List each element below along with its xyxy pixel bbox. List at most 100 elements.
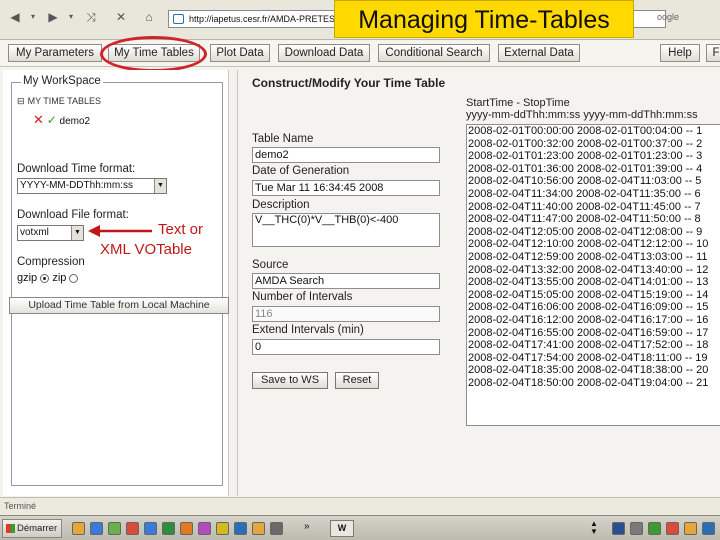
- interval-count-label: Number of Intervals: [252, 291, 353, 303]
- favicon-icon: [173, 14, 184, 24]
- gzip-radio[interactable]: [40, 273, 50, 283]
- highlight-circle: [100, 36, 207, 72]
- interval-row: 2008-02-04T11:47:00 2008-02-04T11:50:00 …: [468, 213, 701, 226]
- tab-help[interactable]: Help: [660, 44, 700, 62]
- task-button[interactable]: W: [330, 520, 354, 537]
- stop-icon[interactable]: ✕: [112, 8, 130, 26]
- interval-row: 2008-02-04T17:41:00 2008-02-04T17:52:00 …: [468, 339, 709, 352]
- url-text: http://iapetus.cesr.fr/AMDA-PRETEST: [189, 14, 341, 24]
- extend-intervals-label: Extend Intervals (min): [252, 324, 364, 336]
- quicklaunch-icon[interactable]: [144, 522, 157, 535]
- interval-row: 2008-02-04T12:59:00 2008-02-04T13:03:00 …: [468, 250, 708, 263]
- interval-row: 2008-02-04T13:32:00 2008-02-04T13:40:00 …: [468, 263, 709, 276]
- delete-icon[interactable]: ✕: [33, 112, 44, 127]
- tab-my-parameters[interactable]: My Parameters: [8, 44, 102, 62]
- save-to-ws-button[interactable]: Save to WS: [252, 372, 328, 389]
- start-button[interactable]: Démarrer: [2, 519, 62, 538]
- check-icon[interactable]: ✓: [47, 113, 57, 127]
- taskbar: Démarrer » W ▲ ▼: [0, 515, 720, 540]
- description-textarea[interactable]: V__THC(0)*V__THB(0)<-400: [252, 213, 440, 247]
- generation-date-label: Date of Generation: [252, 165, 350, 177]
- upload-button[interactable]: Upload Time Table from Local Machine: [9, 297, 229, 314]
- quicklaunch-icon[interactable]: [90, 522, 103, 535]
- tree-item-label: demo2: [59, 116, 91, 127]
- time-format-value: YYYY-MM-DDThh:mm:ss: [20, 180, 133, 191]
- chevron-down-icon: ▼: [71, 226, 83, 240]
- quicklaunch-icon[interactable]: [270, 522, 283, 535]
- tray-icon[interactable]: [702, 522, 715, 535]
- workspace-legend: My WorkSpace: [21, 75, 103, 87]
- tab-plot-data[interactable]: Plot Data: [210, 44, 270, 62]
- generation-date-input[interactable]: Tue Mar 11 16:34:45 2008: [252, 180, 440, 196]
- reload-icon[interactable]: ⤨: [82, 8, 100, 26]
- chevron-right-icon[interactable]: »: [304, 521, 310, 532]
- tray-icon[interactable]: [666, 522, 679, 535]
- interval-row: 2008-02-04T16:06:00 2008-02-04T16:09:00 …: [468, 301, 709, 314]
- compression-options: gzip zip: [17, 272, 79, 284]
- interval-row: 2008-02-04T13:55:00 2008-02-04T14:01:00 …: [468, 276, 709, 289]
- tab-external-data[interactable]: External Data: [498, 44, 580, 62]
- dropdown-icon[interactable]: ▾: [62, 8, 80, 26]
- tab-f[interactable]: F: [706, 44, 720, 62]
- search-box-hint[interactable]: oogle: [657, 12, 679, 22]
- intervals-header: StartTime - StopTime yyyy-mm-ddThh:mm:ss…: [466, 97, 698, 121]
- tree-root[interactable]: ⊟ MY TIME TABLES: [17, 95, 101, 107]
- tray-icon[interactable]: [612, 522, 625, 535]
- status-bar: Terminé: [0, 497, 720, 515]
- interval-row: 2008-02-04T10:56:00 2008-02-04T11:03:00 …: [468, 175, 702, 188]
- tree-item-demo2[interactable]: ✕ ✓ demo2: [33, 112, 90, 128]
- interval-row: 2008-02-04T16:55:00 2008-02-04T16:59:00 …: [468, 326, 709, 339]
- source-input[interactable]: AMDA Search: [252, 273, 440, 289]
- dropdown-icon[interactable]: ▾: [24, 8, 42, 26]
- quicklaunch-icon[interactable]: [216, 522, 229, 535]
- quicklaunch-icon[interactable]: [198, 522, 211, 535]
- time-format-select[interactable]: YYYY-MM-DDThh:mm:ss ▼: [17, 178, 167, 194]
- quicklaunch-icon[interactable]: [252, 522, 265, 535]
- back-icon[interactable]: ◀: [6, 8, 24, 26]
- interval-row: 2008-02-01T00:00:00 2008-02-01T00:04:00 …: [468, 125, 703, 137]
- interval-row: 2008-02-04T16:12:00 2008-02-04T16:17:00 …: [468, 313, 709, 326]
- tray-icon[interactable]: [630, 522, 643, 535]
- interval-count-input: 116: [252, 306, 440, 322]
- extend-intervals-input[interactable]: 0: [252, 339, 440, 355]
- quicklaunch-icon[interactable]: [180, 522, 193, 535]
- interval-row: 2008-02-01T01:23:00 2008-02-01T01:23:00 …: [468, 150, 703, 163]
- interval-row: 2008-02-04T11:40:00 2008-02-04T11:45:00 …: [468, 200, 701, 213]
- taskbar-scroll-icon[interactable]: ▲ ▼: [590, 520, 598, 536]
- quicklaunch-icon[interactable]: [108, 522, 121, 535]
- table-name-label: Table Name: [252, 133, 314, 145]
- reset-button[interactable]: Reset: [335, 372, 379, 389]
- tray-icon[interactable]: [684, 522, 697, 535]
- quicklaunch-icon[interactable]: [72, 522, 85, 535]
- tree-root-label: MY TIME TABLES: [27, 96, 101, 106]
- annotation-line1: Text or: [158, 221, 204, 238]
- interval-row: 2008-02-04T11:34:00 2008-02-04T11:35:00 …: [468, 187, 701, 200]
- annotation-text: Text or XML VOTable: [100, 220, 203, 260]
- forward-icon[interactable]: ▶: [44, 8, 62, 26]
- tab-conditional-search[interactable]: Conditional Search: [378, 44, 490, 62]
- interval-row: 2008-02-04T15:05:00 2008-02-04T15:19:00 …: [468, 288, 709, 301]
- interval-row: 2008-02-04T18:35:00 2008-02-04T18:38:00 …: [468, 364, 709, 377]
- interval-row: 2008-02-04T12:05:00 2008-02-04T12:08:00 …: [468, 225, 703, 238]
- intervals-textarea[interactable]: 2008-02-01T00:00:00 2008-02-01T00:04:00 …: [466, 124, 720, 426]
- interval-row: 2008-02-04T12:10:00 2008-02-04T12:12:00 …: [468, 238, 709, 251]
- tree-expand-icon: ⊟: [17, 96, 25, 106]
- table-name-input[interactable]: demo2: [252, 147, 440, 163]
- zip-radio[interactable]: [69, 273, 79, 283]
- workspace-panel: My WorkSpace ⊟ MY TIME TABLES ✕ ✓ demo2 …: [3, 70, 229, 496]
- zip-label: zip: [52, 272, 67, 284]
- tray-icon[interactable]: [648, 522, 661, 535]
- compression-label: Compression: [17, 256, 85, 268]
- interval-row: 2008-02-01T01:36:00 2008-02-01T01:39:00 …: [468, 162, 703, 175]
- source-label: Source: [252, 259, 289, 271]
- interval-row: 2008-02-04T18:50:00 2008-02-04T19:04:00 …: [468, 376, 709, 389]
- tab-download-data[interactable]: Download Data: [278, 44, 370, 62]
- quicklaunch-icon[interactable]: [126, 522, 139, 535]
- home-icon[interactable]: ⌂: [140, 8, 158, 26]
- slide-title: Managing Time-Tables: [334, 0, 634, 38]
- file-format-select[interactable]: votxml ▼: [17, 225, 84, 241]
- quicklaunch-icon[interactable]: [162, 522, 175, 535]
- quicklaunch-icon[interactable]: [234, 522, 247, 535]
- gzip-label: gzip: [17, 272, 38, 284]
- annotation-line2: XML VOTable: [100, 241, 192, 258]
